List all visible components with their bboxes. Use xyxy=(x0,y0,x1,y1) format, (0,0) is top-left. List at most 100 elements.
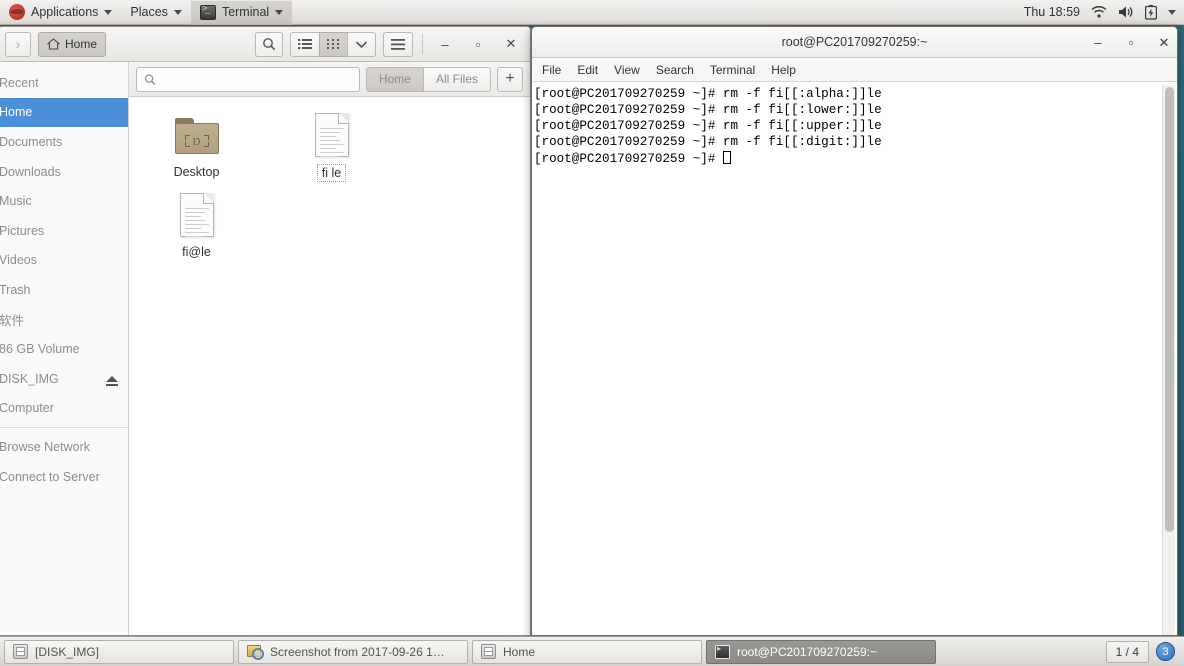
grid-view-button[interactable] xyxy=(319,31,347,57)
terminal-window-controls: – ▫ ✕ xyxy=(1091,27,1171,58)
terminal-window: root@PC201709270259:~ – ▫ ✕ File Edit View… xyxy=(531,26,1178,636)
scrollbar-thumb[interactable] xyxy=(1165,87,1174,532)
sidebar-item-recent[interactable]: Recent xyxy=(0,68,128,98)
location-scope-group: Home All Files xyxy=(365,66,491,92)
active-app-label: Terminal xyxy=(221,5,270,19)
chevron-down-icon xyxy=(275,9,284,15)
terminal-title: root@PC201709270259:~ xyxy=(781,35,928,49)
search-toggle-button[interactable] xyxy=(255,31,283,57)
sidebar-item-music[interactable]: Music xyxy=(0,186,128,216)
top-panel: Applications Places Terminal Thu 18:59 xyxy=(0,0,1184,25)
file-manager-body: Recent Home Documents Downloads Music Picture… xyxy=(0,62,530,635)
sidebar-item-label: Trash xyxy=(0,282,31,297)
applications-menu-label: Applications xyxy=(31,5,99,19)
list-view-button[interactable] xyxy=(290,31,319,57)
disk-icon xyxy=(481,644,496,659)
terminal-menu-terminal[interactable]: Terminal xyxy=(710,63,755,77)
terminal-prompt-line: [root@PC201709270259 ~]# xyxy=(534,150,1173,168)
terminal-titlebar: root@PC201709270259:~ – ▫ ✕ xyxy=(532,27,1177,58)
file-item-label: fi le xyxy=(316,164,347,182)
disk-icon xyxy=(13,644,28,659)
sidebar-item-pictures[interactable]: Pictures xyxy=(0,216,128,246)
sidebar-item-86-gb-volume[interactable]: 86 GB Volume xyxy=(0,334,128,364)
sidebar-item-trash[interactable]: Trash xyxy=(0,275,128,305)
minimize-button[interactable]: – xyxy=(432,31,458,57)
redhat-logo-icon xyxy=(9,4,25,20)
wifi-icon[interactable] xyxy=(1091,5,1107,19)
folder-icon: D xyxy=(174,111,219,159)
sidebar-item-connect-to-server[interactable]: Connect to Server xyxy=(0,462,128,492)
grid-view-icon xyxy=(327,39,339,49)
terminal-icon xyxy=(715,644,730,659)
view-options-button[interactable] xyxy=(347,31,376,57)
desktop: Applications Places Terminal Thu 18:59 xyxy=(0,0,1184,666)
terminal-output: [root@PC201709270259 ~]# rm -f fi[[:alph… xyxy=(534,87,1173,168)
scope-home-button[interactable]: Home xyxy=(365,66,423,92)
taskbar-item[interactable]: Screenshot from 2017-09-26 1… xyxy=(238,639,468,664)
sidebar-item-browse-network[interactable]: Browse Network xyxy=(0,432,128,462)
active-app-menu[interactable]: Terminal xyxy=(190,0,293,25)
volume-icon[interactable] xyxy=(1118,5,1134,19)
maximize-button[interactable]: ▫ xyxy=(465,31,491,57)
file-manager-window: › Home – ▫ ✕ Recent Home Documents Downl… xyxy=(0,26,531,636)
battery-icon[interactable] xyxy=(1145,4,1157,20)
view-mode-group xyxy=(290,31,376,57)
sidebar-item-downloads[interactable]: Downloads xyxy=(0,157,128,187)
scope-all-files-button[interactable]: All Files xyxy=(422,66,491,92)
minimize-button[interactable]: – xyxy=(1091,32,1105,54)
sidebar-item-videos[interactable]: Videos xyxy=(0,246,128,276)
system-tray: Thu 18:59 xyxy=(1024,4,1184,20)
search-field[interactable] xyxy=(136,66,360,92)
taskbar-item[interactable]: root@PC201709270259:~ xyxy=(706,639,936,664)
search-input[interactable] xyxy=(161,72,352,86)
taskbar-item-label: Home xyxy=(503,644,536,659)
close-button[interactable]: ✕ xyxy=(1157,32,1171,54)
file-manager-header: › Home – ▫ ✕ xyxy=(0,27,530,62)
sidebar-item-documents[interactable]: Documents xyxy=(0,127,128,157)
workspace-indicator[interactable]: 1 / 4 xyxy=(1105,640,1149,663)
taskbar-item[interactable]: Home xyxy=(472,639,702,664)
applications-menu[interactable]: Applications xyxy=(0,0,121,25)
terminal-menu-file[interactable]: File xyxy=(542,63,561,77)
maximize-button[interactable]: ▫ xyxy=(1124,32,1138,54)
search-icon xyxy=(144,73,156,85)
sidebar-item-disk-img[interactable]: DISK_IMG xyxy=(0,364,128,394)
home-path-button[interactable]: Home xyxy=(38,31,107,57)
sidebar-item-label: Videos xyxy=(0,253,37,268)
sidebar-item-computer[interactable]: Computer xyxy=(0,394,128,424)
terminal-menu-search[interactable]: Search xyxy=(656,63,694,77)
file-item[interactable]: D Desktop xyxy=(129,107,264,187)
terminal-menu-edit[interactable]: Edit xyxy=(577,63,598,77)
terminal-menu-help[interactable]: Help xyxy=(771,63,796,77)
chevron-down-icon[interactable] xyxy=(1168,9,1176,15)
terminal-menu-view[interactable]: View xyxy=(614,63,640,77)
taskbar-item-label: Screenshot from 2017-09-26 1… xyxy=(270,644,445,659)
places-menu-label: Places xyxy=(130,5,168,19)
icon-view[interactable]: D Desktop fi le fi@le xyxy=(129,97,530,635)
taskbar-item-label: [DISK_IMG] xyxy=(35,644,100,659)
taskbar-item[interactable]: [DISK_IMG] xyxy=(4,639,234,664)
terminal-scrollbar[interactable] xyxy=(1162,85,1175,635)
document-icon xyxy=(310,111,354,159)
search-icon xyxy=(263,38,276,51)
new-tab-button[interactable]: + xyxy=(497,66,523,92)
terminal-screen[interactable]: [root@PC201709270259 ~]# rm -f fi[[:alph… xyxy=(532,82,1177,635)
file-item[interactable]: fi@le xyxy=(129,187,264,267)
chevron-down-icon xyxy=(355,40,368,48)
sidebar-item-[interactable]: 软件 xyxy=(0,305,128,335)
workspace-badge[interactable]: 3 xyxy=(1156,642,1175,661)
clock[interactable]: Thu 18:59 xyxy=(1024,5,1080,19)
taskbar-tray: 1 / 4 3 xyxy=(1105,640,1180,663)
eject-icon[interactable] xyxy=(106,375,118,387)
sidebar-item-label: Connect to Server xyxy=(0,469,100,484)
close-button[interactable]: ✕ xyxy=(498,31,524,57)
app-menu-button[interactable] xyxy=(383,31,413,57)
sidebar-item-home[interactable]: Home xyxy=(0,97,128,128)
file-item[interactable]: fi le xyxy=(264,107,399,187)
terminal-cursor xyxy=(722,150,731,164)
forward-button[interactable]: › xyxy=(5,31,31,57)
taskbar: [DISK_IMG] Screenshot from 2017-09-26 1… H… xyxy=(0,636,1184,666)
file-area: Home All Files + D Desktop fi le fi@le xyxy=(129,62,530,635)
file-manager-toolbar: – ▫ ✕ xyxy=(255,31,524,57)
places-menu[interactable]: Places xyxy=(121,0,191,25)
